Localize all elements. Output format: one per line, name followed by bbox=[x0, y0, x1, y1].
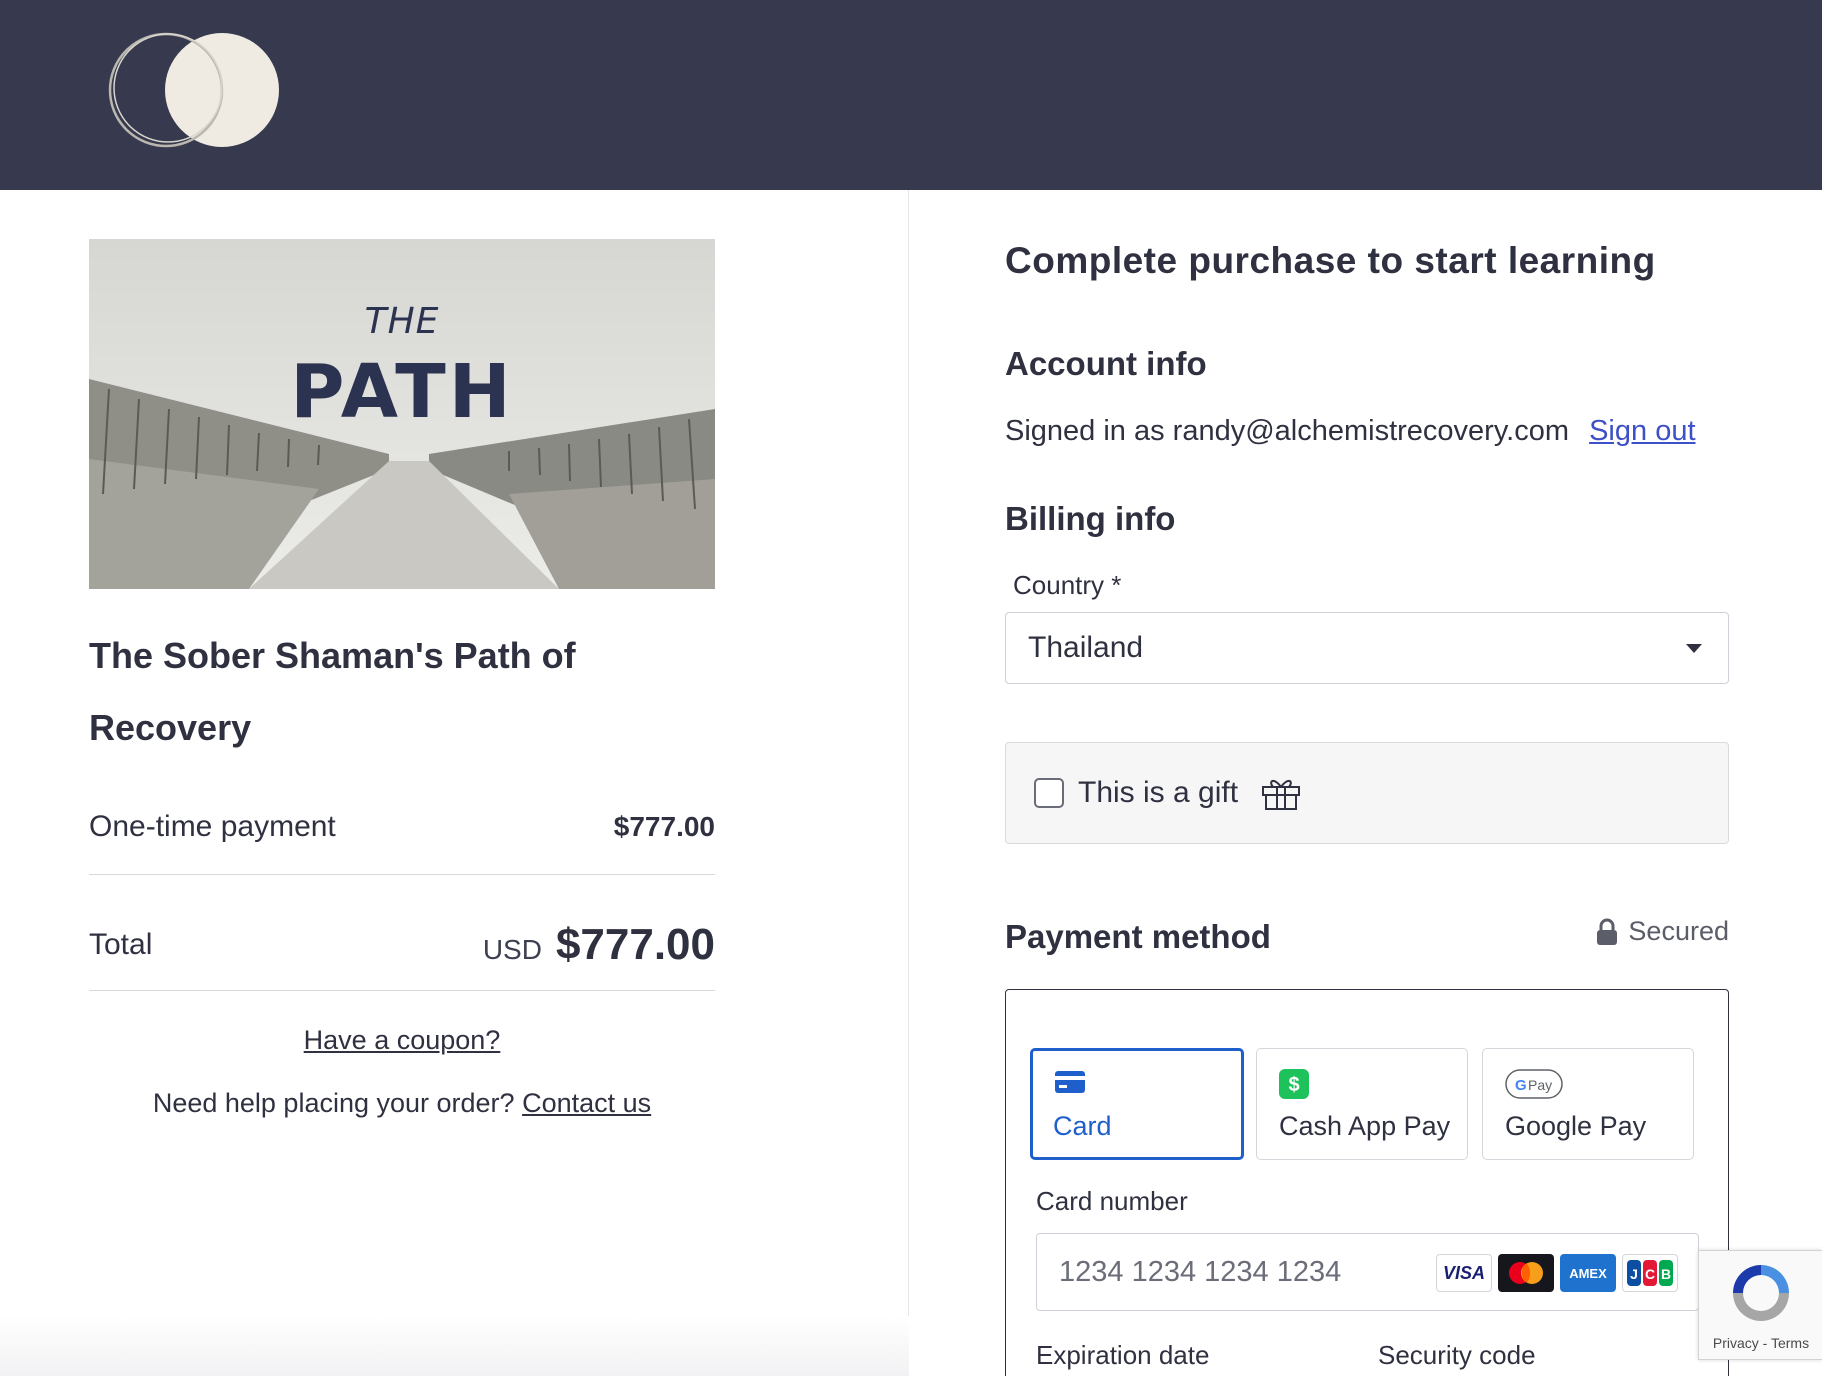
product-image: THE PATH bbox=[89, 239, 715, 589]
lock-icon bbox=[1597, 918, 1618, 945]
help-label: Need help placing your order? bbox=[152, 1088, 515, 1118]
contact-us-link[interactable]: Contact us bbox=[522, 1088, 651, 1118]
divider bbox=[89, 990, 715, 991]
country-select[interactable]: Thailand bbox=[1005, 612, 1729, 684]
onetime-label: One-time payment bbox=[89, 810, 336, 843]
tab-google-pay-label: Google Pay bbox=[1505, 1111, 1647, 1141]
card-brands: VISA AMEX J C B bbox=[1436, 1254, 1678, 1292]
signed-in-row: Signed in as randy@alchemistrecovery.com… bbox=[1005, 415, 1696, 448]
secured-label: Secured bbox=[1628, 916, 1729, 946]
country-label: Country * bbox=[1013, 570, 1122, 600]
checkout-panel: Complete purchase to start learning Acco… bbox=[910, 190, 1822, 1376]
jcb-icon: J C B bbox=[1622, 1254, 1678, 1292]
credit-card-icon bbox=[1055, 1071, 1085, 1093]
svg-text:B: B bbox=[1661, 1266, 1671, 1282]
sign-out-link[interactable]: Sign out bbox=[1589, 415, 1695, 447]
mastercard-icon bbox=[1498, 1254, 1554, 1292]
visa-icon: VISA bbox=[1436, 1254, 1492, 1292]
total-amount: $777.00 bbox=[555, 920, 715, 969]
payment-method-heading: Payment method bbox=[1005, 918, 1271, 955]
security-code-label: Security code bbox=[1378, 1340, 1536, 1370]
tab-google-pay[interactable]: G Pay Google Pay bbox=[1482, 1048, 1694, 1160]
chevron-down-icon bbox=[1686, 644, 1702, 653]
card-number-label: Card number bbox=[1036, 1186, 1188, 1216]
site-header bbox=[0, 0, 1822, 190]
total-label: Total bbox=[89, 928, 153, 961]
tab-card-label: Card bbox=[1053, 1111, 1112, 1141]
image-title-big: PATH bbox=[290, 349, 514, 435]
checkout-heading: Complete purchase to start learning bbox=[1005, 240, 1656, 281]
signed-in-text: Signed in as randy@alchemistrecovery.com bbox=[1005, 415, 1570, 447]
gift-option: This is a gift bbox=[1005, 742, 1729, 844]
onetime-payment-row: One-time payment $777.00 bbox=[89, 802, 715, 852]
tab-card[interactable]: Card bbox=[1030, 1048, 1244, 1160]
recaptcha-terms[interactable]: Privacy - Terms bbox=[1699, 1335, 1822, 1351]
payment-panel: Card $ Cash App Pay G Pay Google Pay Car… bbox=[1005, 989, 1729, 1376]
expiration-date-label: Expiration date bbox=[1036, 1340, 1210, 1370]
svg-text:J: J bbox=[1630, 1266, 1638, 1282]
card-number-input[interactable]: 1234 1234 1234 1234 VISA AMEX J C B bbox=[1036, 1233, 1699, 1311]
amex-icon: AMEX bbox=[1560, 1254, 1616, 1292]
tab-cash-app-pay[interactable]: $ Cash App Pay bbox=[1256, 1048, 1468, 1160]
total-row: Total USD $777.00 bbox=[89, 910, 715, 980]
recaptcha-icon bbox=[1733, 1265, 1789, 1321]
divider bbox=[89, 874, 715, 875]
coupon-link[interactable]: Have a coupon? bbox=[89, 1025, 715, 1056]
tab-cash-app-pay-label: Cash App Pay bbox=[1279, 1111, 1451, 1141]
account-info-heading: Account info bbox=[1005, 345, 1207, 382]
billing-info-heading: Billing info bbox=[1005, 500, 1176, 537]
left-fade bbox=[0, 1316, 909, 1376]
gift-checkbox[interactable] bbox=[1034, 778, 1064, 808]
logo-icon[interactable] bbox=[108, 30, 280, 150]
svg-text:$: $ bbox=[1288, 1074, 1299, 1096]
svg-text:Pay: Pay bbox=[1528, 1077, 1552, 1093]
order-summary: THE PATH The Sober Shaman's Path of Reco… bbox=[0, 190, 909, 1376]
gift-icon bbox=[1262, 780, 1301, 810]
svg-text:G: G bbox=[1515, 1077, 1527, 1094]
card-number-placeholder: 1234 1234 1234 1234 bbox=[1059, 1255, 1342, 1288]
gift-label[interactable]: This is a gift bbox=[1078, 776, 1238, 810]
help-text: Need help placing your order? Contact us bbox=[89, 1088, 715, 1119]
google-pay-icon: G Pay bbox=[1505, 1069, 1563, 1099]
recaptcha-badge[interactable]: Privacy - Terms bbox=[1698, 1250, 1822, 1360]
svg-text:C: C bbox=[1645, 1266, 1655, 1282]
image-title-small: THE bbox=[364, 301, 440, 342]
secured-badge: Secured bbox=[1596, 916, 1729, 947]
country-value: Thailand bbox=[1028, 631, 1144, 664]
onetime-amount: $777.00 bbox=[613, 811, 715, 842]
total-currency: USD bbox=[482, 934, 542, 965]
product-title: The Sober Shaman's Path of Recovery bbox=[89, 635, 576, 748]
total-value: USD $777.00 bbox=[483, 920, 715, 970]
cash-app-icon: $ bbox=[1279, 1069, 1309, 1099]
